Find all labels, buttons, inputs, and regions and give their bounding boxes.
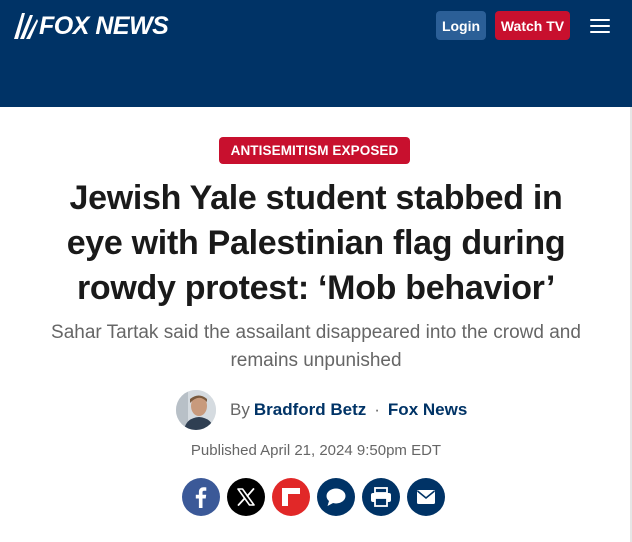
facebook-icon — [195, 487, 207, 508]
site-header: FOX NEWS Login Watch TV — [0, 0, 632, 107]
comment-button[interactable] — [317, 478, 355, 516]
headline-line: rowdy protest: ‘Mob behavior’ — [76, 269, 556, 307]
headline-line: Jewish Yale student stabbed in — [69, 179, 563, 217]
byline-by: By — [230, 400, 250, 419]
published-timestamp: Published April 21, 2024 9:50pm EDT — [190, 442, 442, 459]
article-headline: Jewish Yale student stabbed in eye with … — [30, 176, 602, 311]
email-share-button[interactable] — [407, 478, 445, 516]
subhead-line: Sahar Tartak said the assailant disappea… — [51, 322, 581, 343]
watch-tv-button[interactable]: Watch TV — [495, 11, 570, 40]
author-link[interactable]: Bradford Betz — [254, 400, 366, 420]
fox-news-logo[interactable]: FOX NEWS — [12, 9, 169, 43]
headline-line: eye with Palestinian flag during — [66, 224, 566, 262]
print-button[interactable] — [362, 478, 400, 516]
searchlight-icon — [14, 13, 38, 39]
print-icon — [371, 487, 391, 507]
category-kicker[interactable]: ANTISEMITISM EXPOSED — [219, 137, 410, 164]
login-button[interactable]: Login — [436, 11, 486, 40]
subhead-line: remains unpunished — [230, 350, 402, 371]
source-link[interactable]: Fox News — [388, 400, 467, 420]
share-bar — [182, 478, 445, 516]
byline-separator: · — [374, 400, 380, 419]
email-icon — [416, 490, 436, 504]
byline: By Bradford Betz · Fox News — [176, 390, 467, 430]
logo-text: FOX NEWS — [39, 11, 169, 40]
x-share-button[interactable] — [227, 478, 265, 516]
article-subhead: Sahar Tartak said the assailant disappea… — [30, 319, 602, 375]
author-avatar[interactable] — [176, 390, 216, 430]
flipboard-icon — [282, 488, 300, 506]
comment-icon — [326, 488, 346, 506]
facebook-share-button[interactable] — [182, 478, 220, 516]
hamburger-menu-icon[interactable] — [588, 17, 612, 35]
x-twitter-icon — [237, 488, 255, 506]
flipboard-share-button[interactable] — [272, 478, 310, 516]
